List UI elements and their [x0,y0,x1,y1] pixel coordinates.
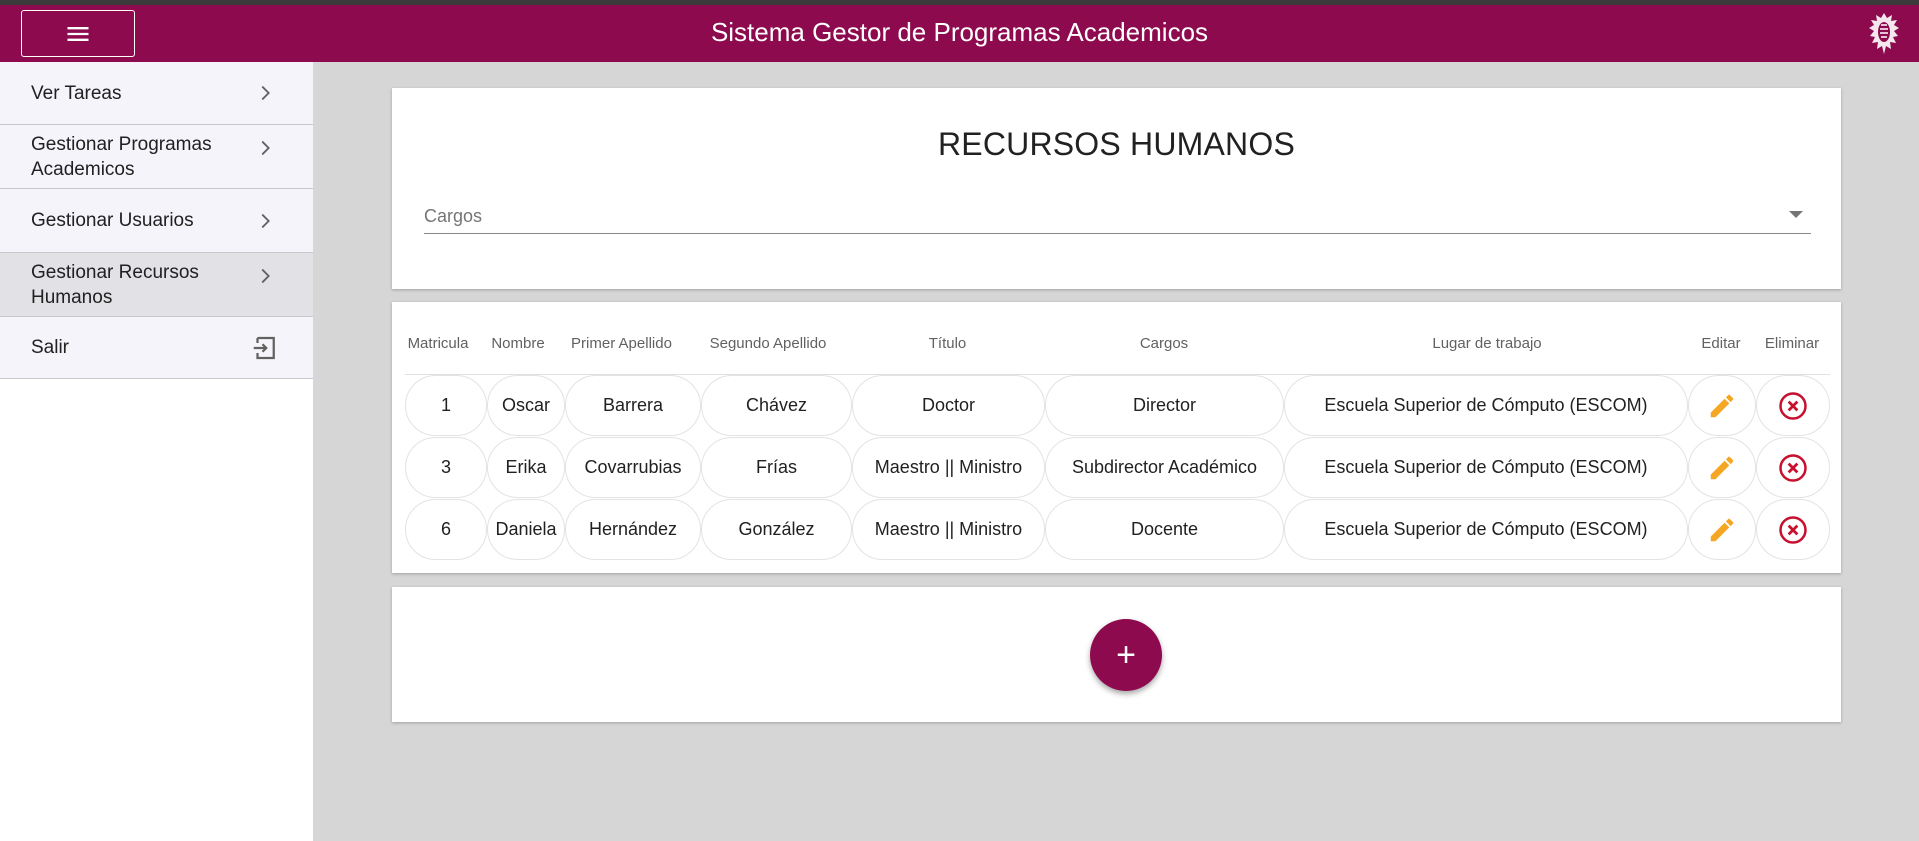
plus-icon: + [1116,636,1136,674]
column-header-titulo: Título [928,335,967,352]
pencil-icon [1710,456,1734,479]
sidebar-item-salir[interactable]: Salir [0,317,313,379]
sidebar-item-gestionar-recursos-humanos[interactable]: Gestionar Recursos Humanos [0,253,313,317]
cell-nombre: Erika [487,437,565,498]
cargos-select-placeholder: Cargos [424,206,483,226]
chevron-right-icon [261,140,270,156]
sidebar-item-label: Ver Tareas [31,82,122,104]
cell-matricula: 6 [405,499,487,560]
column-header-lugar-de-trabajo: Lugar de trabajo [1432,335,1542,352]
column-header-editar: Editar [1701,335,1741,352]
edit-button[interactable] [1688,499,1756,560]
column-header-eliminar: Eliminar [1764,335,1820,352]
sidebar: Ver Tareas Gestionar Programas Academico… [0,62,313,841]
column-header-matricula: Matricula [407,335,469,352]
table-card: Matricula Nombre Primer Apellido Segundo… [392,302,1841,573]
edit-button[interactable] [1688,437,1756,498]
sidebar-item-label: Gestionar Programas Academicos [31,133,212,180]
close-circle-icon [1779,453,1807,482]
cell-titulo: Doctor [852,375,1045,436]
sidebar-item-ver-tareas[interactable]: Ver Tareas [0,62,313,125]
sidebar-item-label: Gestionar Usuarios [31,210,194,231]
cell-primer-apellido: Covarrubias [565,437,701,498]
cell-primer-apellido: Barrera [565,375,701,436]
cell-lugar-de-trabajo: Escuela Superior de Cómputo (ESCOM) [1284,437,1688,498]
cell-primer-apellido: Hernández [565,499,701,560]
delete-button[interactable] [1756,375,1830,436]
cell-titulo: Maestro || Ministro [852,499,1045,560]
close-circle-icon [1779,391,1807,420]
app-title: Sistema Gestor de Programas Academicos [710,17,1209,47]
sidebar-item-label: Salir [31,337,70,358]
cell-segundo-apellido: Frías [701,437,852,498]
menu-toggle-button[interactable] [21,10,135,57]
page-title: RECURSOS HUMANOS [937,126,1295,162]
cell-segundo-apellido: González [701,499,852,560]
dropdown-arrow-icon [1789,211,1803,218]
cell-nombre: Daniela [487,499,565,560]
exit-icon [253,336,275,359]
title-card: RECURSOS HUMANOS Cargos [392,88,1841,289]
column-header-cargos: Cargos [1139,335,1189,352]
close-circle-icon [1779,515,1807,544]
add-card: + [392,587,1841,722]
cell-segundo-apellido: Chávez [701,375,852,436]
pencil-icon [1710,394,1734,417]
cell-cargos: Director [1045,375,1284,436]
add-button[interactable]: + [1090,619,1162,691]
cell-lugar-de-trabajo: Escuela Superior de Cómputo (ESCOM) [1284,375,1688,436]
cargos-select[interactable]: Cargos [424,204,1811,234]
cell-cargos: Docente [1045,499,1284,560]
cell-lugar-de-trabajo: Escuela Superior de Cómputo (ESCOM) [1284,499,1688,560]
delete-button[interactable] [1756,499,1830,560]
sidebar-item-gestionar-programas[interactable]: Gestionar Programas Academicos [0,125,313,189]
hamburger-menu-icon [67,26,89,41]
chevron-right-icon [261,85,270,101]
chevron-right-icon [261,268,270,284]
cell-nombre: Oscar [487,375,565,436]
cell-cargos: Subdirector Académico [1045,437,1284,498]
cell-titulo: Maestro || Ministro [852,437,1045,498]
institution-logo [1869,13,1899,54]
delete-button[interactable] [1756,437,1830,498]
column-header-segundo-apellido: Segundo Apellido [709,335,827,352]
sidebar-item-label: Gestionar Recursos Humanos [31,261,199,308]
app-header: Sistema Gestor de Programas Academicos [0,5,1919,62]
pencil-icon [1710,518,1734,541]
cell-matricula: 1 [405,375,487,436]
column-header-nombre: Nombre [491,335,545,352]
column-header-primer-apellido: Primer Apellido [571,335,672,352]
cell-matricula: 3 [405,437,487,498]
edit-button[interactable] [1688,375,1756,436]
chevron-right-icon [261,213,270,228]
sidebar-item-gestionar-usuarios[interactable]: Gestionar Usuarios [0,189,313,253]
